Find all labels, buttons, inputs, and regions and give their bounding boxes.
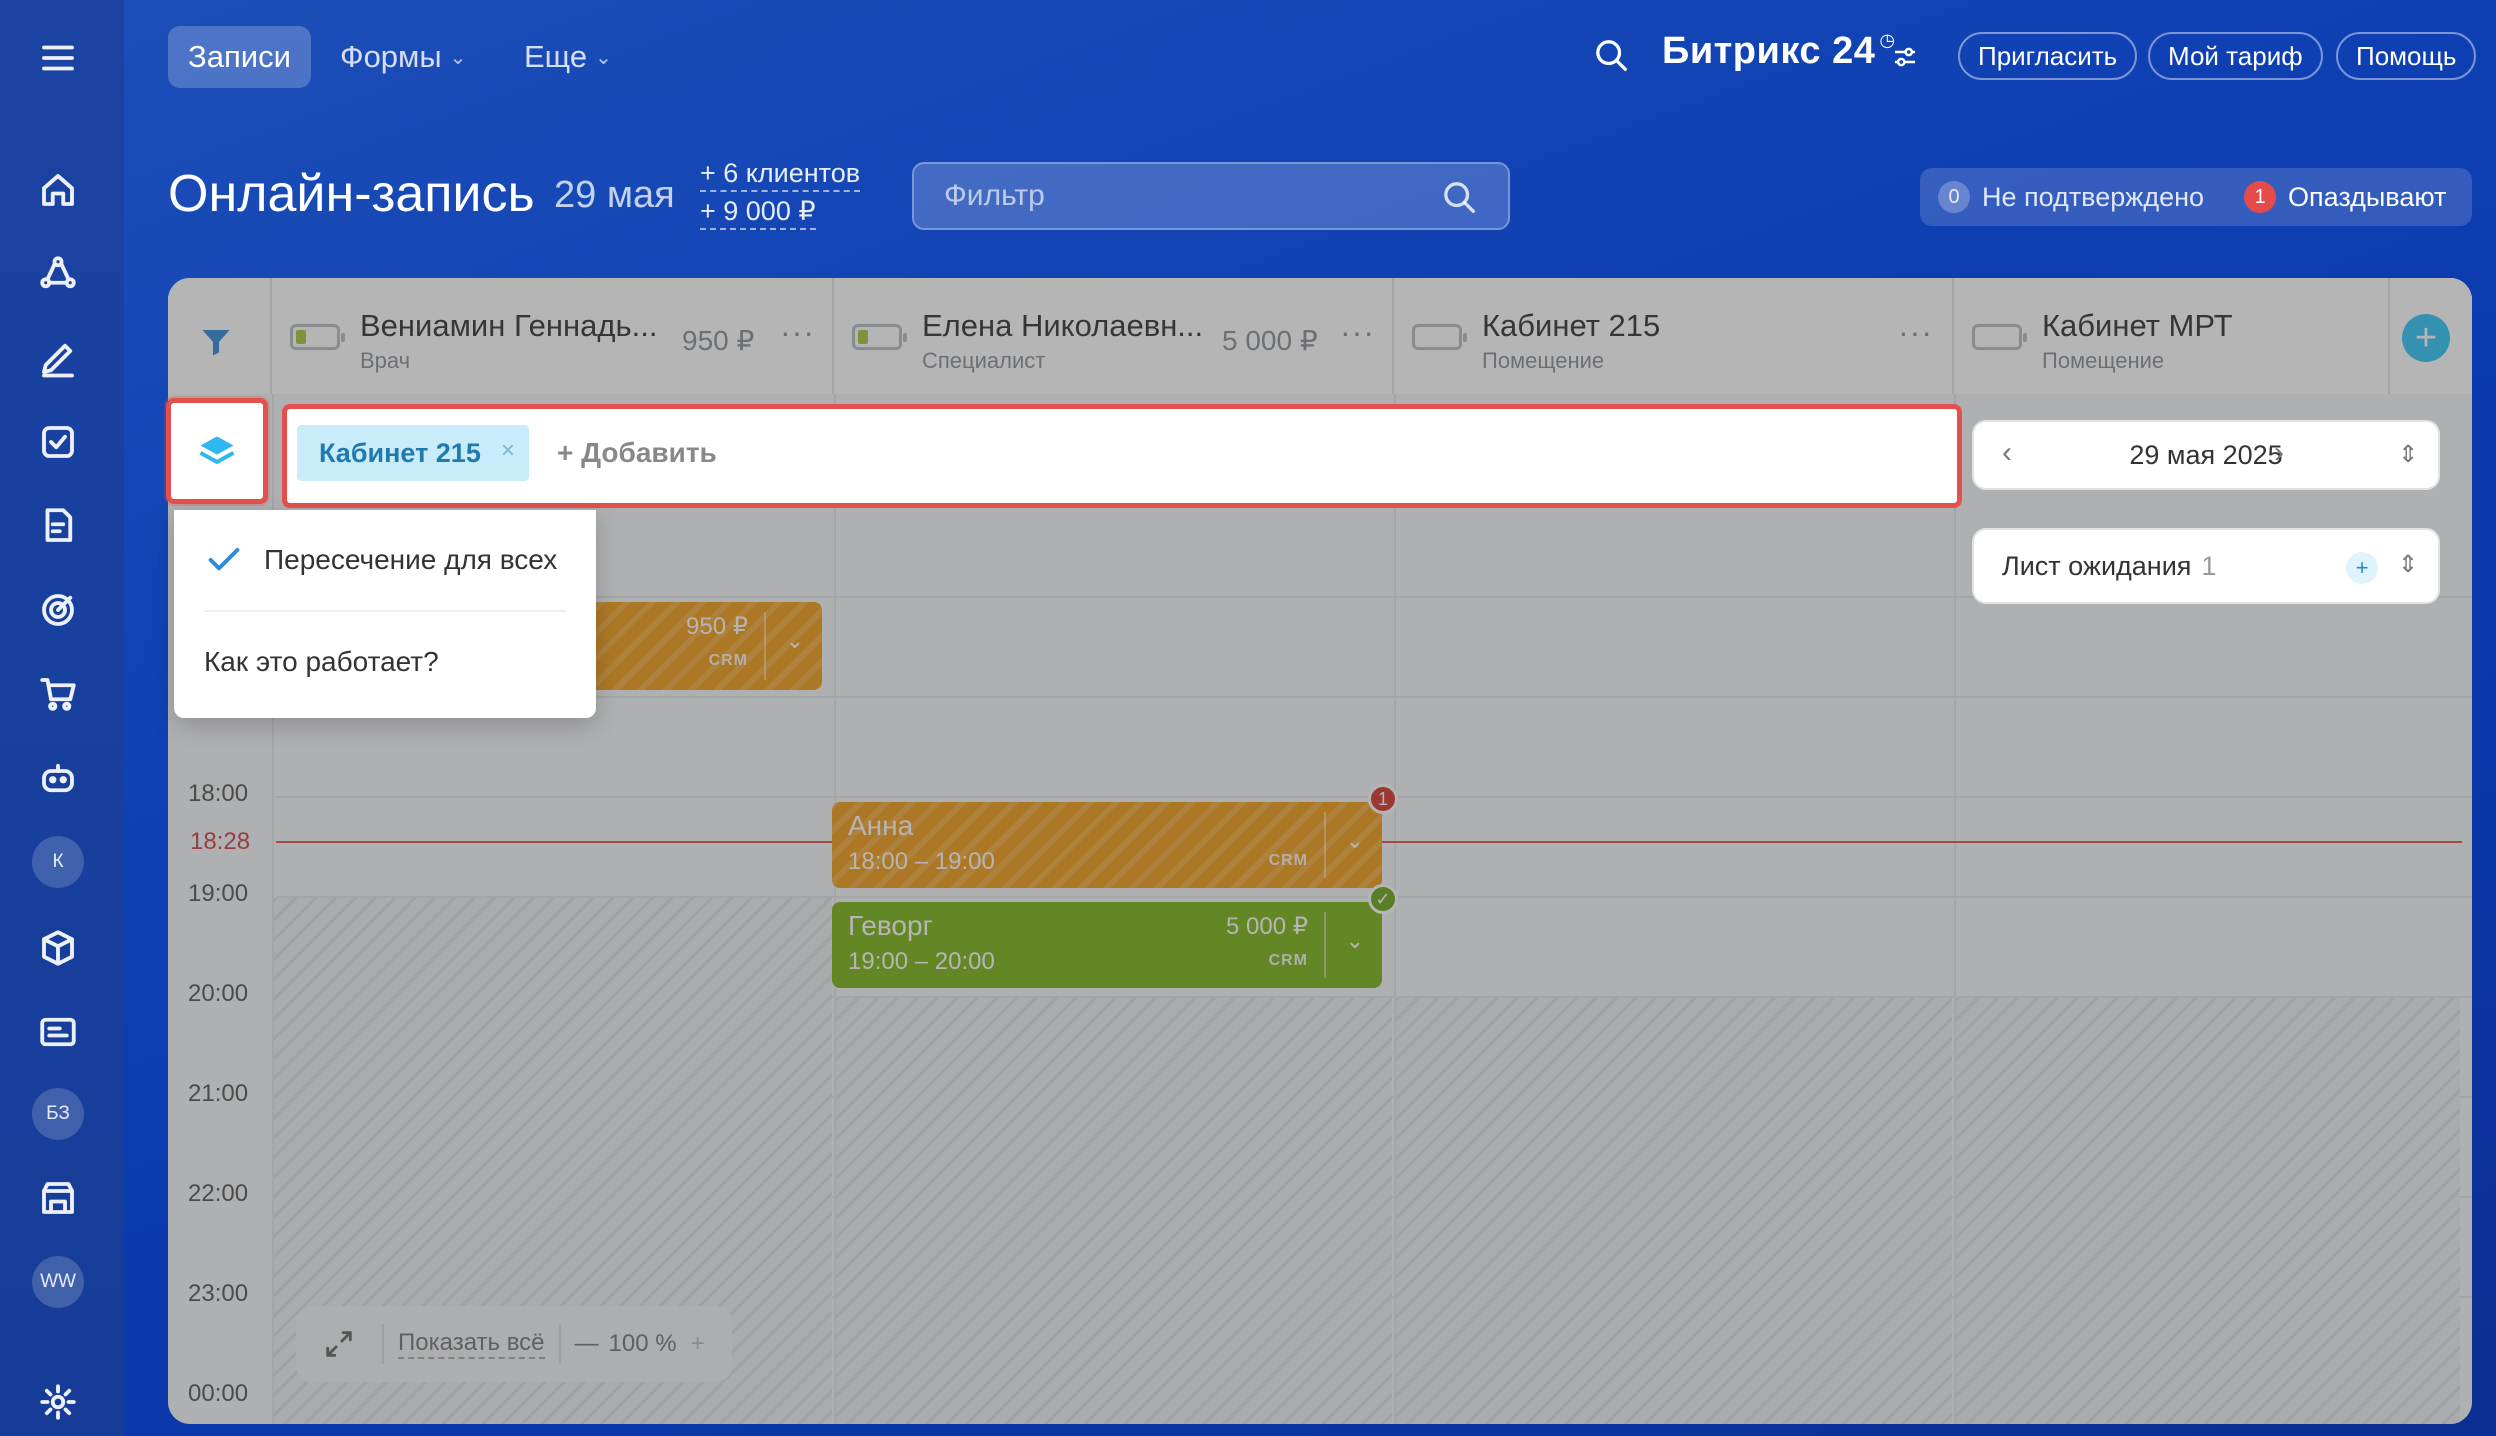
waitlist[interactable]: Лист ожидания 1 + ⇕ xyxy=(1972,528,2440,604)
confirmed-badge: ✓ xyxy=(1368,884,1398,914)
add-resource-link[interactable]: + Добавить xyxy=(557,437,717,469)
gear-icon[interactable] xyxy=(34,1378,82,1426)
date-picker[interactable]: ‹ 29 мая 2025 › ⇕ xyxy=(1972,420,2440,490)
chevron-down-icon: ⌄ xyxy=(595,46,612,69)
chevron-left-icon[interactable]: ‹ xyxy=(2002,436,2012,470)
menu-icon[interactable] xyxy=(34,34,82,82)
unavailable-slot xyxy=(1396,998,1952,1424)
intersection-mode-menu: Пересечение для всех Как это работает? xyxy=(174,510,596,718)
column-header[interactable]: Елена Николаевн... Специалист 5 000 ₽ ··… xyxy=(834,278,1394,394)
my-tariff-button[interactable]: Мой тариф xyxy=(2148,32,2323,80)
tab-more[interactable]: Еще ⌄ xyxy=(504,26,632,88)
zoom-level: 100 % xyxy=(608,1330,677,1357)
zoom-in-button[interactable]: + xyxy=(691,1330,705,1358)
layers-icon xyxy=(199,436,235,465)
late-count: 1 xyxy=(2244,181,2277,213)
left-sidebar: К БЗ WW xyxy=(0,0,124,1436)
occupancy-icon xyxy=(1972,324,2027,350)
time-label: 20:00 xyxy=(188,980,249,1007)
tab-records[interactable]: Записи xyxy=(168,26,311,88)
clients-stat[interactable]: + 6 клиентов xyxy=(700,156,861,192)
filter-icon[interactable] xyxy=(198,324,234,360)
more-icon[interactable]: ··· xyxy=(780,314,815,351)
avatar[interactable]: К xyxy=(32,836,84,888)
chevron-down-icon[interactable]: ⌄ xyxy=(1346,828,1364,854)
crm-icon: CRM xyxy=(1268,952,1308,969)
unavailable-slot xyxy=(836,998,1392,1424)
unconfirmed-count: 0 xyxy=(1938,181,1970,213)
more-icon[interactable]: ··· xyxy=(1898,314,1933,351)
expand-toggle-icon[interactable]: ⇕ xyxy=(2398,440,2418,469)
status-counters: 0 Не подтверждено 1 Опаздывают xyxy=(1920,168,2472,226)
expand-toggle-icon[interactable]: ⇕ xyxy=(2398,550,2418,579)
add-waitlist-button[interactable]: + xyxy=(2346,552,2378,584)
filter-header xyxy=(168,278,272,394)
unavailable-slot xyxy=(1956,998,2460,1424)
id-card-icon[interactable] xyxy=(34,1008,82,1056)
chevron-down-icon[interactable]: ⌄ xyxy=(786,628,804,654)
box-icon[interactable] xyxy=(34,924,82,972)
settings-sliders-icon[interactable] xyxy=(1890,42,1920,72)
tab-forms[interactable]: Формы ⌄ xyxy=(320,26,486,88)
current-time-label: 18:28 xyxy=(190,828,251,855)
add-column-area: + xyxy=(2390,278,2472,394)
add-resource-button[interactable]: + xyxy=(2402,314,2450,362)
column-header[interactable]: Кабинет 215 Помещение ··· xyxy=(1394,278,1954,394)
column-header[interactable]: Вениамин Геннадь... Врач 950 ₽ ··· xyxy=(272,278,834,394)
brand-logo: Битрикс 24 ◷ xyxy=(1662,30,1896,72)
menu-item-intersection-all[interactable]: Пересечение для всех xyxy=(264,544,557,576)
resource-selector[interactable]: Кабинет 215 × + Добавить xyxy=(282,404,1962,508)
check-icon xyxy=(208,548,240,571)
invite-button[interactable]: Пригласить xyxy=(1958,32,2138,80)
docs-icon[interactable] xyxy=(34,502,82,550)
late-label[interactable]: Опаздывают xyxy=(2288,182,2446,213)
booking-card[interactable]: Анна 18:00 – 19:00 CRM ⌄ xyxy=(832,802,1382,888)
target-icon[interactable] xyxy=(34,586,82,634)
home-icon[interactable] xyxy=(34,166,82,214)
occupancy-icon xyxy=(852,324,907,350)
chevron-down-icon: ⌄ xyxy=(449,46,467,69)
zoom-controls: Показать всё — 100 % + xyxy=(296,1306,732,1382)
robot-icon[interactable] xyxy=(34,754,82,802)
time-label: 00:00 xyxy=(188,1380,249,1407)
avatar[interactable]: БЗ xyxy=(32,1088,84,1140)
time-label: 21:00 xyxy=(188,1080,249,1107)
occupancy-icon xyxy=(1412,324,1467,350)
zoom-out-button[interactable]: — xyxy=(575,1330,599,1358)
crm-icon: CRM xyxy=(1268,852,1308,869)
chevron-right-icon[interactable]: › xyxy=(2274,436,2284,470)
search-icon[interactable] xyxy=(1440,178,1480,218)
help-button[interactable]: Помощь xyxy=(2336,32,2477,80)
time-label: 22:00 xyxy=(188,1180,249,1207)
crm-icon[interactable] xyxy=(34,250,82,298)
show-all-link[interactable]: Показать всё xyxy=(398,1329,545,1359)
expand-icon[interactable] xyxy=(322,1327,356,1361)
time-label: 19:00 xyxy=(188,880,249,907)
time-label: 23:00 xyxy=(188,1280,249,1307)
page-title: Онлайн-запись xyxy=(168,165,535,223)
avatar[interactable]: WW xyxy=(32,1256,84,1308)
page-date: 29 мая xyxy=(554,174,675,216)
revenue-stat[interactable]: + 9 000 ₽ xyxy=(700,194,816,230)
more-icon[interactable]: ··· xyxy=(1340,314,1375,351)
search-icon[interactable] xyxy=(1592,36,1632,76)
chevron-down-icon[interactable]: ⌄ xyxy=(1346,928,1364,954)
tasks-icon[interactable] xyxy=(34,418,82,466)
cart-icon[interactable] xyxy=(34,670,82,718)
booking-card[interactable]: Геворг 19:00 – 20:00 5 000 ₽ CRM ⌄ xyxy=(832,902,1382,988)
selected-resource-tag[interactable]: Кабинет 215 × xyxy=(297,425,529,481)
column-header[interactable]: Кабинет МРТ Помещение xyxy=(1954,278,2390,394)
crm-icon: CRM xyxy=(708,652,748,669)
pen-icon[interactable] xyxy=(34,334,82,382)
intersection-mode-button[interactable] xyxy=(166,398,268,504)
filter-input[interactable]: Фильтр xyxy=(912,162,1510,230)
unconfirmed-label[interactable]: Не подтверждено xyxy=(1982,182,2204,213)
time-label: 18:00 xyxy=(188,780,249,807)
menu-item-how-it-works[interactable]: Как это работает? xyxy=(204,646,439,678)
late-badge: 1 xyxy=(1368,784,1398,814)
close-icon[interactable]: × xyxy=(501,437,515,465)
store-icon[interactable] xyxy=(34,1174,82,1222)
top-bar: Записи Формы ⌄ Еще ⌄ xyxy=(124,0,2496,114)
occupancy-icon xyxy=(290,324,345,350)
